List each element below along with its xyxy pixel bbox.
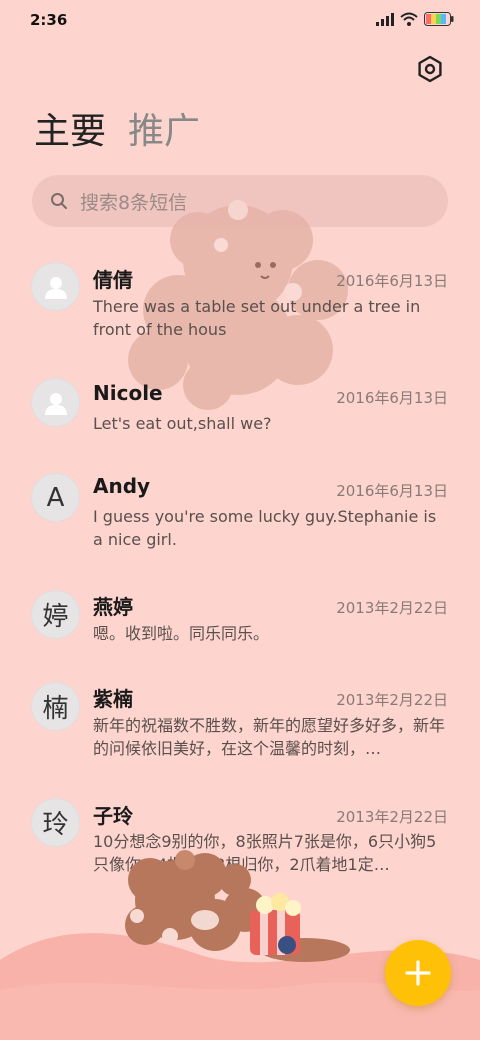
search-bar[interactable]: 搜索8条短信 <box>32 175 448 227</box>
avatar-letter: 婷 <box>42 602 69 632</box>
status-icons <box>376 12 454 26</box>
person-icon <box>44 392 67 415</box>
search-icon <box>51 193 67 209</box>
message-date: 2016年6月13日 <box>336 389 448 407</box>
conversation-row[interactable]: 楠 紫楠 2013年2月22日 新年的祝福数不胜数，新年的愿望好多好多，新年的问… <box>0 674 480 792</box>
avatar: 玲 <box>31 798 80 847</box>
contact-name: 倩倩 <box>93 268 133 292</box>
contact-name: 紫楠 <box>93 687 133 711</box>
avatar: 楠 <box>31 682 80 731</box>
avatar-letter: A <box>46 482 65 513</box>
conversation-row[interactable]: 倩倩 2016年6月13日 There was a table set out … <box>0 250 480 368</box>
message-preview: 10分想念9别的你，8张照片7张是你，6只小狗5只像你，4根骨头3根归你，2爪着… <box>93 832 437 874</box>
message-date: 2013年2月22日 <box>336 691 448 709</box>
plus-icon <box>405 960 431 986</box>
avatar-letter: 楠 <box>42 694 69 724</box>
conversation-row[interactable]: 婷 燕婷 2013年2月22日 嗯。收到啦。同乐同乐。 <box>0 580 480 674</box>
message-date: 2013年2月22日 <box>336 599 448 617</box>
avatar-letter: 玲 <box>42 810 69 840</box>
contact-name: 子玲 <box>93 804 133 828</box>
contact-name: 燕婷 <box>93 595 133 619</box>
avatar <box>31 378 80 427</box>
conversation-row[interactable]: Nicole 2016年6月13日 Let's eat out,shall we… <box>0 368 480 464</box>
message-date: 2016年6月13日 <box>336 272 448 290</box>
wifi-icon <box>400 12 418 26</box>
person-icon <box>44 276 67 299</box>
settings-icon <box>418 55 442 83</box>
conversation-row[interactable]: A Andy 2016年6月13日 I guess you're some lu… <box>0 464 480 580</box>
avatar <box>31 262 80 311</box>
conversation-list: 倩倩 2016年6月13日 There was a table set out … <box>0 250 480 912</box>
search-placeholder: 搜索8条短信 <box>80 192 188 214</box>
settings-button[interactable] <box>416 55 444 83</box>
tab-primary[interactable]: 主要 <box>34 108 106 156</box>
contact-name: Andy <box>93 474 151 498</box>
message-date: 2016年6月13日 <box>336 482 448 500</box>
message-date: 2013年2月22日 <box>336 808 448 826</box>
battery-icon <box>424 12 454 26</box>
message-preview: I guess you're some lucky guy.Stephanie … <box>93 507 437 549</box>
avatar: A <box>31 473 80 522</box>
contact-name: Nicole <box>93 381 163 405</box>
status-time: 2:36 <box>30 11 68 29</box>
message-preview: Let's eat out,shall we? <box>93 414 272 433</box>
status-bar: 2:36 <box>0 0 480 40</box>
message-preview: 嗯。收到啦。同乐同乐。 <box>93 624 270 643</box>
category-tabs: 主要 推广 <box>34 108 200 156</box>
message-preview: There was a table set out under a tree i… <box>93 297 421 339</box>
tab-promotions[interactable]: 推广 <box>128 108 200 156</box>
message-preview: 新年的祝福数不胜数，新年的愿望好多好多，新年的问候依旧美好，在这个温馨的时刻，… <box>93 716 446 758</box>
signal-icon <box>376 12 394 26</box>
new-message-button[interactable] <box>385 940 451 1006</box>
conversation-row[interactable]: 玲 子玲 2013年2月22日 10分想念9别的你，8张照片7张是你，6只小狗5… <box>0 792 480 912</box>
avatar: 婷 <box>31 590 80 639</box>
